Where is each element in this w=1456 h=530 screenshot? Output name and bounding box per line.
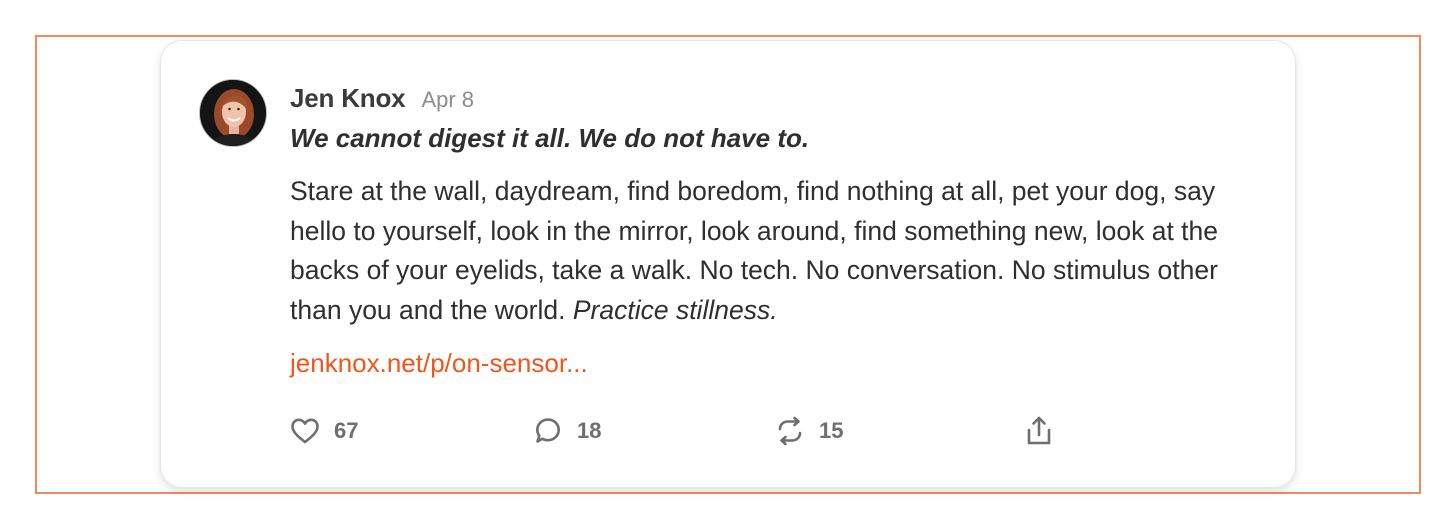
- share-button[interactable]: [1025, 413, 1053, 449]
- like-button[interactable]: 67: [290, 413, 358, 449]
- note-body: Stare at the wall, daydream, find boredo…: [290, 172, 1270, 330]
- restack-button[interactable]: 15: [775, 413, 843, 449]
- note-content: Jen Knox Apr 8 We cannot digest it all. …: [290, 83, 1270, 379]
- share-icon: [1027, 416, 1051, 445]
- restack-count: 15: [819, 418, 844, 443]
- like-count: 67: [334, 418, 359, 443]
- note-card[interactable]: Jen Knox Apr 8 We cannot digest it all. …: [160, 40, 1296, 488]
- note-body-emphasis: Practice stillness.: [572, 294, 778, 325]
- restack-icon: [778, 416, 802, 446]
- note-header: Jen Knox Apr 8: [290, 83, 1270, 117]
- avatar-image: [200, 80, 266, 146]
- comment-button[interactable]: 18: [533, 413, 601, 449]
- comment-count: 18: [577, 418, 602, 443]
- post-date[interactable]: Apr 8: [421, 87, 474, 113]
- post-link[interactable]: jenknox.net/p/on-sensor...: [290, 348, 588, 379]
- heart-icon: [291, 418, 319, 444]
- comment-icon: [536, 418, 560, 443]
- author-name[interactable]: Jen Knox: [290, 83, 406, 114]
- avatar[interactable]: [199, 79, 267, 147]
- note-title: We cannot digest it all. We do not have …: [290, 123, 810, 153]
- action-bar: 67 18 15: [290, 413, 1090, 449]
